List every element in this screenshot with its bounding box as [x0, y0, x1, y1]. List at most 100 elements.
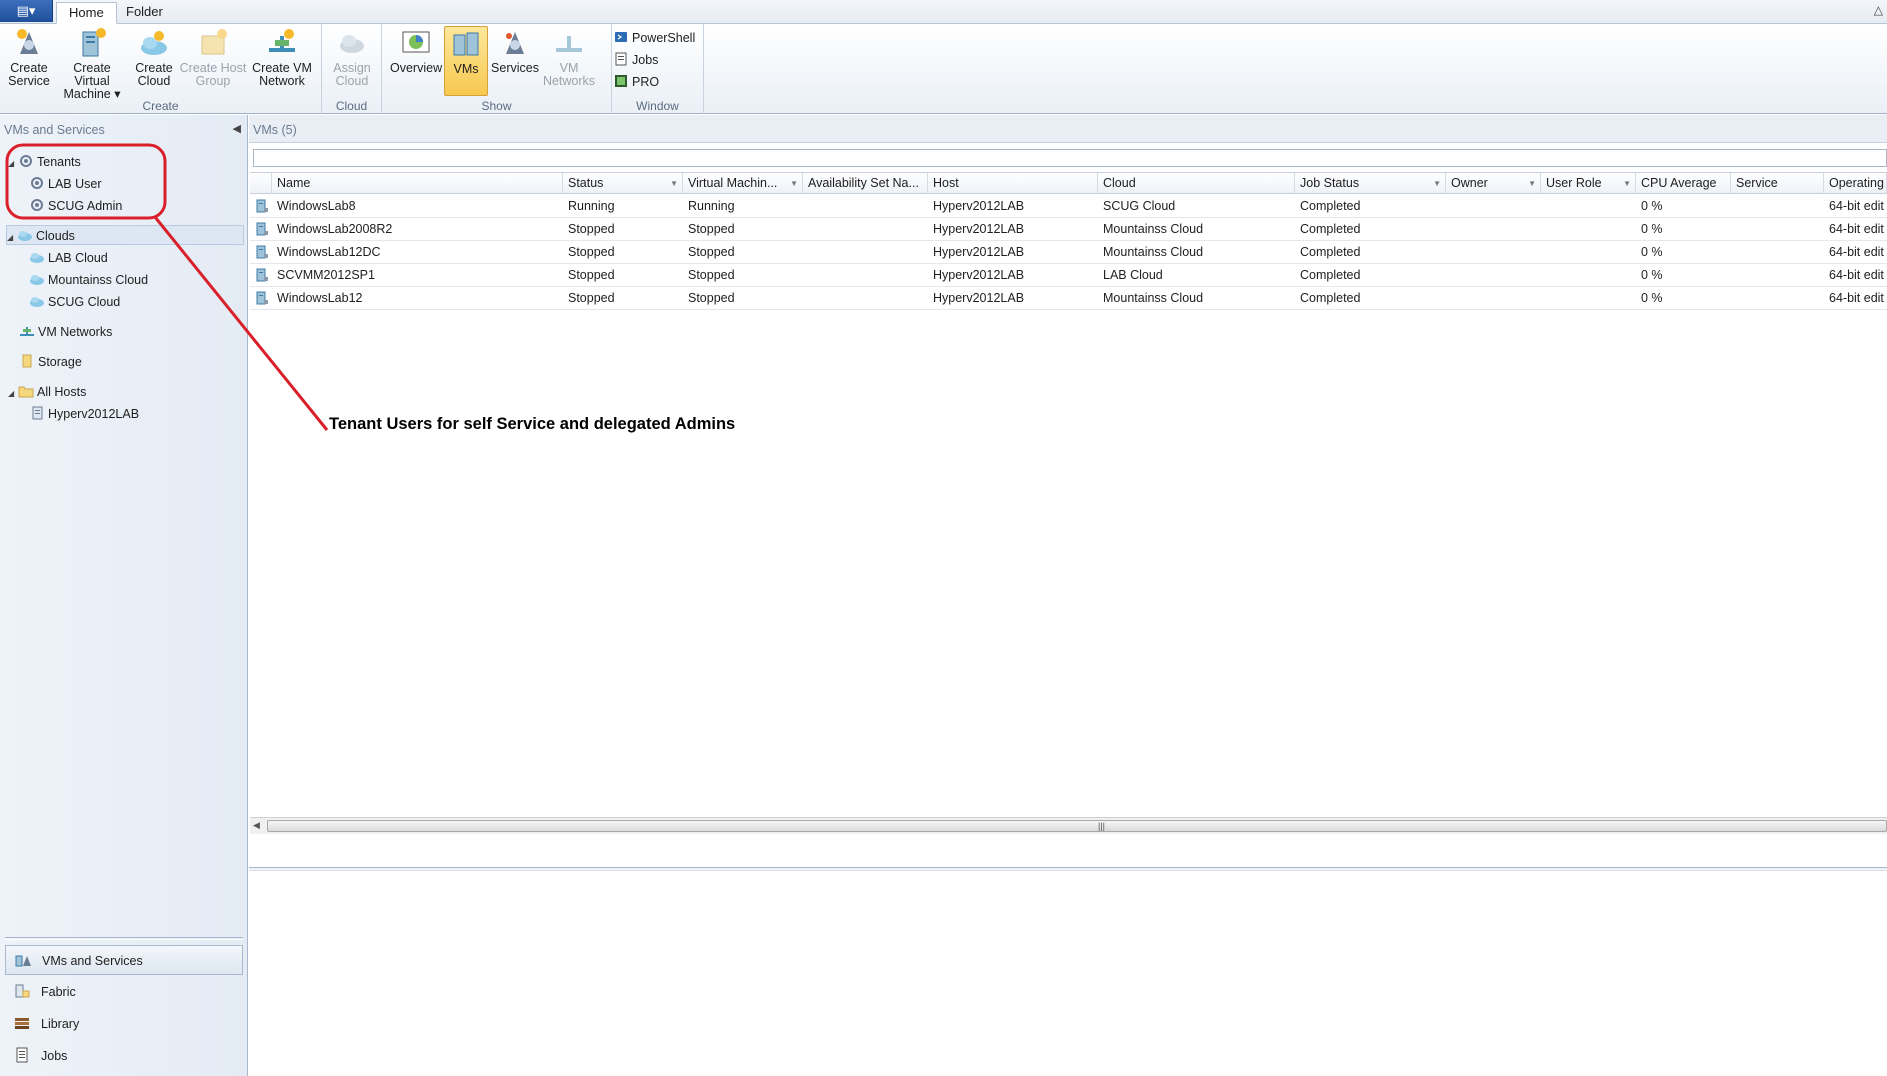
tree-label: Clouds: [36, 229, 75, 243]
column-header[interactable]: CPU Average: [1636, 173, 1731, 194]
collapse-pane-icon[interactable]: ◀: [233, 122, 241, 135]
scrollbar-thumb[interactable]: |||: [267, 820, 1887, 832]
search-input[interactable]: [253, 149, 1887, 167]
results-header-bar: [249, 115, 1887, 143]
table-cell: 0 %: [1641, 199, 1663, 213]
vms-and-services-icon: [15, 955, 31, 967]
column-filter-dropdown-icon[interactable]: ▼: [1433, 173, 1441, 194]
tree-expander-icon[interactable]: ◢: [8, 384, 18, 404]
tree-item-lab-user[interactable]: LAB User: [29, 174, 102, 194]
table-cell: SCUG Cloud: [1103, 199, 1176, 213]
column-header[interactable]: User Role ▼: [1541, 173, 1636, 194]
table-cell: 0 %: [1641, 245, 1663, 259]
column-filter-dropdown-icon[interactable]: ▼: [790, 173, 798, 194]
create-cloud-button[interactable]: Create Cloud: [132, 26, 176, 96]
tree-item-lab-cloud[interactable]: LAB Cloud: [29, 248, 108, 268]
table-cell: [1541, 195, 1636, 217]
table-row[interactable]: WindowsLab12DC Stopped Stopped Hyperv2012LA…: [250, 241, 1887, 264]
ribbon-group-label-window: Window: [636, 99, 679, 113]
create-vm-network-icon: [269, 29, 295, 52]
create-service-label-2: Service: [8, 74, 50, 88]
workspace-divider: [5, 937, 243, 940]
results-title: VMs (5): [253, 123, 297, 137]
app-menu-button[interactable]: ▤▾: [0, 0, 53, 22]
tab-folder[interactable]: Folder: [114, 2, 175, 24]
tree-item-scug-cloud[interactable]: SCUG Cloud: [29, 292, 120, 312]
ribbon-minimize-icon[interactable]: △: [1874, 3, 1883, 17]
horizontal-scrollbar[interactable]: ◀ |||: [250, 817, 1887, 834]
tree-item-hyperv2012lab[interactable]: Hyperv2012LAB: [29, 404, 139, 424]
details-pane-splitter[interactable]: [249, 867, 1887, 871]
column-header[interactable]: Job Status ▼: [1295, 173, 1446, 194]
table-cell: 64-bit edit: [1829, 291, 1884, 305]
tree-expander-icon[interactable]: ◢: [7, 228, 17, 248]
column-header[interactable]: Virtual Machin... ▼: [683, 173, 803, 194]
virtual-machine-icon: [256, 199, 268, 213]
column-header[interactable]: Service: [1731, 173, 1824, 194]
user-role-icon: [31, 199, 43, 211]
table-cell: 64-bit edit: [1829, 245, 1884, 259]
table-cell: Mountainss Cloud: [1103, 222, 1204, 236]
column-header[interactable]: Name: [272, 173, 563, 194]
table-cell: [803, 287, 928, 309]
table-row[interactable]: WindowsLab2008R2 Stopped Stopped Hyperv2012…: [250, 218, 1887, 241]
create-service-button[interactable]: Create Service: [4, 26, 54, 96]
tab-home[interactable]: Home: [56, 2, 117, 24]
tree-item-all-hosts[interactable]: ◢ All Hosts: [8, 382, 86, 402]
column-header-label: Host: [933, 176, 959, 190]
ribbon-group-show: Overview VMs Services VM Networks Show: [382, 24, 612, 114]
pro-button[interactable]: PRO: [614, 72, 659, 92]
cloud-icon: [30, 253, 44, 263]
create-host-group-button[interactable]: Create Host Group: [178, 26, 248, 96]
column-header[interactable]: Owner ▼: [1446, 173, 1541, 194]
powershell-button[interactable]: PowerShell: [614, 28, 695, 48]
workspace-vms-and-services[interactable]: VMs and Services: [5, 945, 243, 975]
column-header[interactable]: Status ▼: [563, 173, 683, 194]
column-filter-dropdown-icon[interactable]: ▼: [1528, 173, 1536, 194]
tree-item-scug-admin[interactable]: SCUG Admin: [29, 196, 122, 216]
vm-networks-icon: [556, 36, 582, 52]
services-icon: [506, 32, 524, 54]
tree-expander-icon[interactable]: ◢: [8, 154, 18, 174]
workspace-jobs[interactable]: Jobs: [5, 1041, 243, 1071]
table-row[interactable]: SCVMM2012SP1 Stopped Stopped Hyperv2012LAB L…: [250, 264, 1887, 287]
column-filter-dropdown-icon[interactable]: ▼: [1623, 173, 1631, 194]
create-vm-label-1: Create Virtual: [73, 61, 111, 88]
tenants-icon: [20, 155, 32, 167]
table-cell: WindowsLab12DC: [277, 245, 381, 259]
table-cell: Stopped: [688, 245, 735, 259]
overview-button[interactable]: Overview: [390, 26, 442, 96]
table-row[interactable]: WindowsLab8 Running Running Hyperv2012LAB SC…: [250, 195, 1887, 218]
vm-networks-label-2: Networks: [542, 74, 596, 88]
column-header[interactable]: Host: [928, 173, 1098, 194]
table-cell: Completed: [1300, 291, 1361, 305]
tree-item-tenants[interactable]: ◢ Tenants: [8, 152, 81, 172]
table-row[interactable]: WindowsLab12 Stopped Stopped Hyperv2012LAB M…: [250, 287, 1887, 310]
column-filter-dropdown-icon[interactable]: ▼: [670, 173, 678, 194]
storage-icon: [22, 354, 32, 368]
create-vm-network-button[interactable]: Create VM Network: [250, 26, 314, 96]
table-cell: Hyperv2012LAB: [933, 268, 1025, 282]
results-pane: VMs (5) Name Status ▼ Virtual Machin... ▼ Ava…: [249, 115, 1887, 1076]
assign-cloud-button[interactable]: Assign Cloud: [328, 26, 376, 96]
scroll-left-icon[interactable]: ◀: [253, 820, 260, 831]
jobs-window-button[interactable]: Jobs: [614, 50, 658, 70]
tree-label: LAB Cloud: [48, 251, 108, 265]
services-button[interactable]: Services: [490, 26, 540, 96]
workspace-fabric[interactable]: Fabric: [5, 977, 243, 1007]
create-vm-button[interactable]: Create Virtual Machine ▾: [54, 26, 130, 101]
tree-item-vm-networks[interactable]: VM Networks: [19, 322, 112, 342]
tree-item-clouds[interactable]: ◢ Clouds: [6, 225, 244, 245]
vm-networks-button[interactable]: VM Networks: [542, 26, 596, 96]
table-cell: Completed: [1300, 199, 1361, 213]
tree-item-storage[interactable]: Storage: [19, 352, 82, 372]
column-header[interactable]: Cloud: [1098, 173, 1295, 194]
vms-button[interactable]: VMs: [444, 26, 488, 96]
table-cell: [803, 264, 928, 286]
overview-label: Overview: [390, 61, 443, 75]
column-header[interactable]: Availability Set Na...: [803, 173, 928, 194]
tree-item-mountainss-cloud[interactable]: Mountainss Cloud: [29, 270, 148, 290]
column-header[interactable]: Operating: [1824, 173, 1887, 194]
workspace-library[interactable]: Library: [5, 1009, 243, 1039]
tree-label: Storage: [38, 355, 82, 369]
